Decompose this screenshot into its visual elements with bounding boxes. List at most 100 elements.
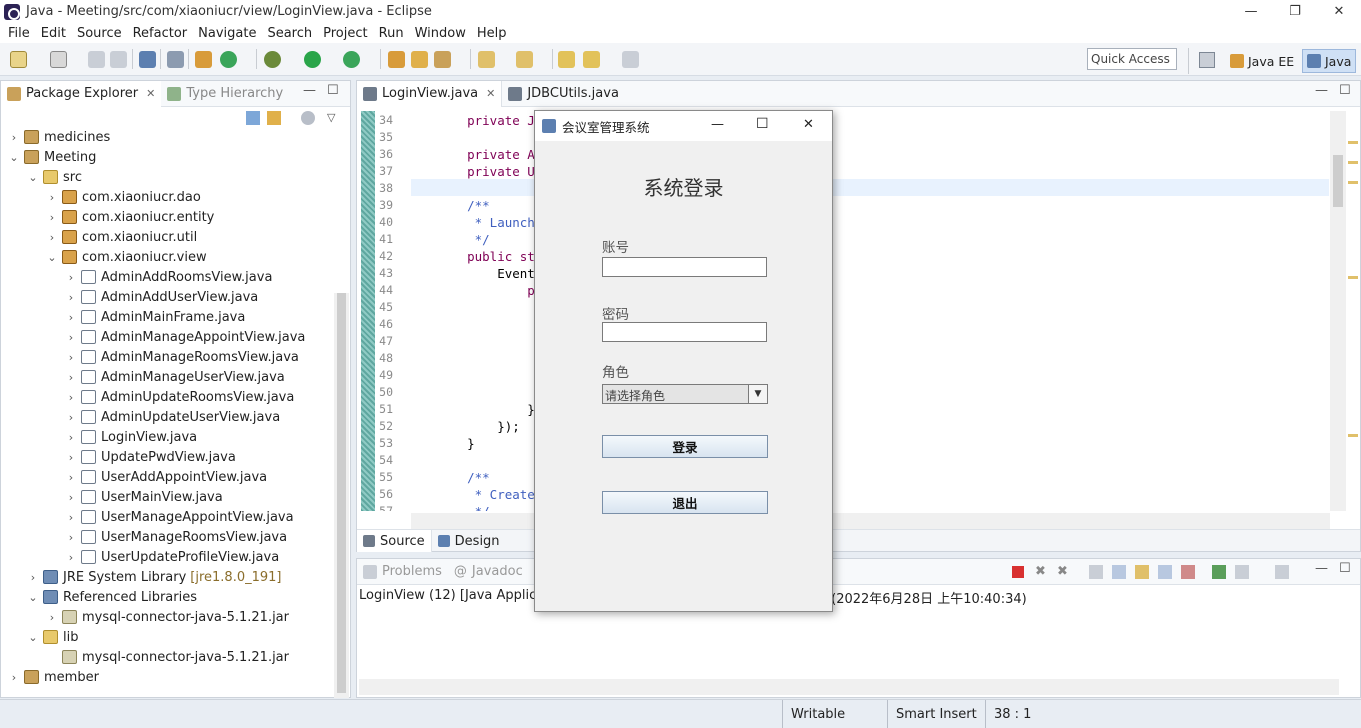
save-all-icon[interactable]	[110, 51, 127, 68]
tree-item[interactable]: › AdminManageAppointView.java	[2, 327, 332, 347]
menu-navigate[interactable]: Navigate	[198, 26, 256, 41]
console-hscrollbar[interactable]	[359, 679, 1339, 695]
word-wrap-icon[interactable]	[1135, 565, 1149, 579]
chevron-right-icon[interactable]: ›	[46, 611, 58, 624]
editor-vscrollbar[interactable]	[1330, 111, 1346, 511]
tab-source[interactable]: Source	[357, 530, 432, 552]
maximize-console-icon[interactable]: ☐	[1339, 561, 1351, 576]
chevron-right-icon[interactable]: ›	[46, 191, 58, 204]
menu-project[interactable]: Project	[323, 26, 367, 41]
tree-item[interactable]: › AdminManageRoomsView.java	[2, 347, 332, 367]
chevron-down-icon[interactable]: ⌄	[46, 251, 58, 264]
account-input[interactable]	[602, 257, 767, 277]
minimize-view-icon[interactable]: —	[303, 83, 316, 98]
tree-item[interactable]: › AdminUpdateRoomsView.java	[2, 387, 332, 407]
chevron-right-icon[interactable]: ›	[65, 411, 77, 424]
quick-access-input[interactable]: Quick Access	[1087, 48, 1177, 70]
menu-run[interactable]: Run	[379, 26, 404, 41]
explorer-scrollbar[interactable]	[334, 293, 349, 698]
minimize-button[interactable]: —	[1228, 0, 1274, 23]
tree-item[interactable]: ⌄ com.xiaoniucr.view	[2, 247, 332, 267]
chevron-right-icon[interactable]: ›	[27, 571, 39, 584]
chevron-right-icon[interactable]: ›	[65, 351, 77, 364]
filters-icon[interactable]	[301, 111, 315, 125]
tab-problems[interactable]: Problems	[357, 559, 448, 585]
open-type-icon[interactable]	[388, 51, 405, 68]
tree-item[interactable]: › mysql-connector-java-5.1.21.jar	[2, 607, 332, 627]
tree-item[interactable]: › UserManageAppointView.java	[2, 507, 332, 527]
menu-refactor[interactable]: Refactor	[133, 26, 188, 41]
console-view-menu-icon[interactable]	[1275, 565, 1289, 579]
tree-item[interactable]: › com.xiaoniucr.dao	[2, 187, 332, 207]
open-perspective-icon[interactable]	[1199, 52, 1215, 68]
next-annotation-icon[interactable]	[478, 51, 495, 68]
last-edit-icon[interactable]	[558, 51, 575, 68]
dialog-close-button[interactable]: ✕	[803, 117, 814, 132]
chevron-right-icon[interactable]: ›	[65, 271, 77, 284]
view-menu-icon[interactable]: ▽	[327, 111, 335, 124]
tab-javadoc[interactable]: @ Javadoc	[448, 559, 529, 585]
open-folder-icon[interactable]	[411, 51, 428, 68]
tab-design[interactable]: Design	[432, 530, 506, 552]
display-console-icon[interactable]	[1181, 565, 1195, 579]
menu-help[interactable]: Help	[477, 26, 507, 41]
prev-annotation-icon[interactable]	[516, 51, 533, 68]
chevron-right-icon[interactable]: ›	[8, 671, 20, 684]
tree-item[interactable]: › com.xiaoniucr.entity	[2, 207, 332, 227]
tree-item[interactable]: › UserMainView.java	[2, 487, 332, 507]
password-input[interactable]	[602, 322, 767, 342]
chevron-right-icon[interactable]: ›	[65, 511, 77, 524]
console-icon[interactable]	[139, 51, 156, 68]
chevron-right-icon[interactable]: ›	[65, 471, 77, 484]
close-window-button[interactable]: ✕	[1316, 0, 1361, 23]
menu-search[interactable]: Search	[267, 26, 312, 41]
debug-icon[interactable]	[264, 51, 281, 68]
tab-type-hierarchy[interactable]: Type Hierarchy	[161, 81, 289, 107]
chevron-right-icon[interactable]: ›	[65, 311, 77, 324]
tree-item[interactable]: › member	[2, 667, 332, 687]
open-console-icon[interactable]	[1212, 565, 1226, 579]
back-icon[interactable]	[583, 51, 600, 68]
tree-item[interactable]: › AdminAddRoomsView.java	[2, 267, 332, 287]
tree-item[interactable]: ⌄ lib	[2, 627, 332, 647]
dialog-maximize-button[interactable]: ☐	[756, 116, 769, 132]
tree-item[interactable]: mysql-connector-java-5.1.21.jar	[2, 647, 332, 667]
minimize-editor-icon[interactable]: —	[1315, 83, 1328, 98]
chevron-right-icon[interactable]: ›	[65, 451, 77, 464]
tree-item[interactable]: › AdminUpdateUserView.java	[2, 407, 332, 427]
tree-item[interactable]: › JRE System Library [jre1.8.0_191]	[2, 567, 332, 587]
tree-item[interactable]: › UserManageRoomsView.java	[2, 527, 332, 547]
tree-item[interactable]: ⌄ src	[2, 167, 332, 187]
tree-item[interactable]: › AdminManageUserView.java	[2, 367, 332, 387]
tree-item[interactable]: › UpdatePwdView.java	[2, 447, 332, 467]
chevron-down-icon[interactable]: ⌄	[27, 591, 39, 604]
login-button[interactable]: 登录	[602, 435, 768, 458]
menu-source[interactable]: Source	[77, 26, 122, 41]
tree-item[interactable]: › UserAddAppointView.java	[2, 467, 332, 487]
collapse-all-icon[interactable]	[246, 111, 260, 125]
exit-button[interactable]: 退出	[602, 491, 768, 514]
tree-item[interactable]: › AdminMainFrame.java	[2, 307, 332, 327]
chevron-right-icon[interactable]: ›	[46, 231, 58, 244]
chevron-right-icon[interactable]: ›	[65, 291, 77, 304]
chevron-down-icon[interactable]: ▼	[748, 385, 767, 403]
tree-item[interactable]: › AdminAddUserView.java	[2, 287, 332, 307]
tree-item[interactable]: › LoginView.java	[2, 427, 332, 447]
chevron-right-icon[interactable]: ›	[8, 131, 20, 144]
terminate-icon[interactable]	[1012, 566, 1024, 578]
chevron-right-icon[interactable]: ›	[65, 531, 77, 544]
menu-window[interactable]: Window	[415, 26, 466, 41]
refresh-icon[interactable]	[220, 51, 237, 68]
save-icon[interactable]	[88, 51, 105, 68]
maximize-editor-icon[interactable]: ☐	[1339, 83, 1351, 98]
close-tab-icon[interactable]: ✕	[146, 87, 155, 100]
clear-console-icon[interactable]	[1089, 565, 1103, 579]
close-tab-icon[interactable]: ✕	[486, 87, 495, 100]
restore-button[interactable]: ❐	[1272, 0, 1318, 23]
tab-package-explorer[interactable]: Package Explorer ✕	[1, 80, 162, 107]
new-icon[interactable]	[10, 51, 27, 68]
tree-item[interactable]: › com.xiaoniucr.util	[2, 227, 332, 247]
build-icon[interactable]	[195, 51, 212, 68]
tab-loginview[interactable]: LoginView.java ✕	[357, 80, 503, 107]
minimize-console-icon[interactable]: —	[1315, 561, 1328, 576]
